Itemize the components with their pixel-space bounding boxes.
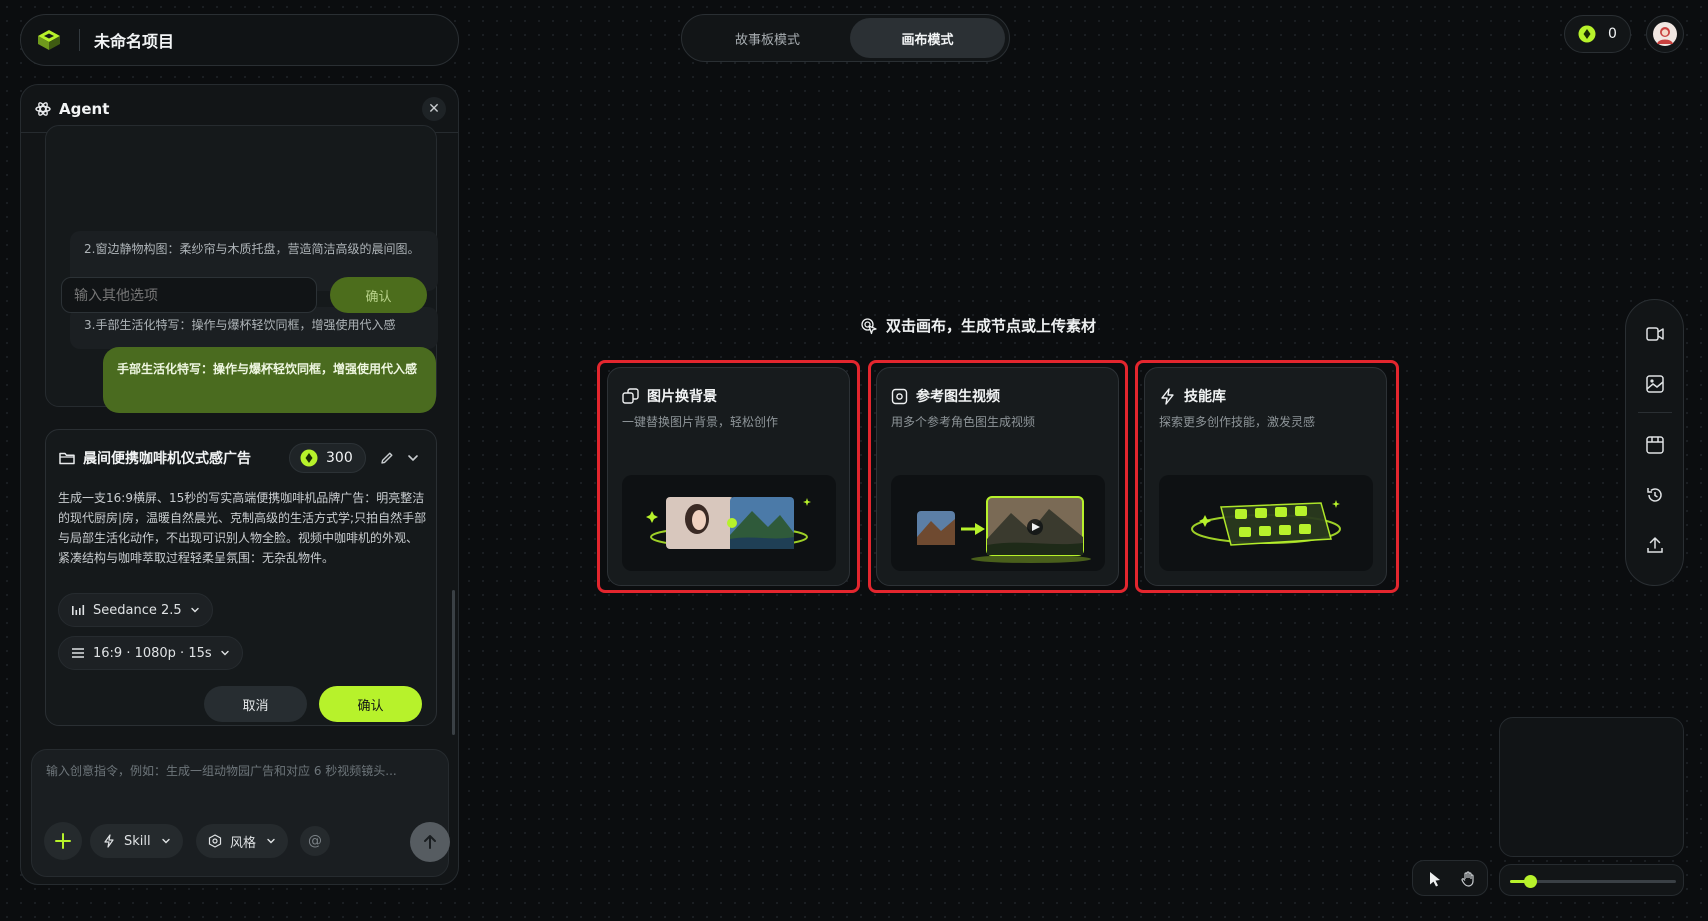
add-attachment-button[interactable]	[44, 822, 82, 860]
task-title: 晨间便携咖啡机仪式感广告	[83, 451, 251, 467]
project-title[interactable]: 未命名项目	[94, 28, 174, 52]
title-divider	[79, 29, 80, 51]
video-clip-icon	[1646, 327, 1664, 341]
style-label: 风格	[230, 835, 257, 851]
chevron-down-icon	[267, 838, 275, 844]
avatar-icon	[1653, 22, 1677, 46]
folder-icon	[59, 452, 75, 465]
close-agent-button[interactable]: ✕	[422, 97, 446, 121]
feature-card-header: 图片换背景	[622, 386, 717, 406]
upload-button[interactable]	[1643, 533, 1667, 557]
credit-balance[interactable]: 0	[1564, 15, 1631, 53]
storyboard-button[interactable]	[1643, 433, 1667, 457]
cancel-button[interactable]: 取消	[204, 686, 307, 722]
feature-card-subtitle: 探索更多创作技能，激发灵感	[1159, 415, 1316, 429]
close-icon: ✕	[428, 101, 440, 117]
model-bars-icon	[72, 605, 85, 615]
chevron-down-icon[interactable]	[406, 451, 420, 465]
feature-card-illustration	[622, 475, 836, 571]
feature-card-reference-video[interactable]: 参考图生视频 用多个参考角色图生成视频	[876, 367, 1119, 586]
image-button[interactable]	[1643, 372, 1667, 396]
settings-lines-icon	[72, 648, 84, 658]
feature-card-header: 参考图生视频	[891, 386, 1000, 406]
task-cost-badge: 300	[289, 443, 366, 473]
agent-icon	[35, 101, 51, 116]
edit-icon[interactable]	[379, 450, 395, 466]
zoom-handle[interactable]	[1523, 875, 1537, 888]
style-selector[interactable]: 风格	[196, 824, 289, 858]
feature-card-skill-library[interactable]: 技能库 探索更多创作技能，激发灵感	[1144, 367, 1387, 586]
user-message: 手部生活化特写：操作与爆杯轻饮同框，增强使用代入感	[103, 347, 436, 413]
lightning-icon	[104, 834, 114, 848]
feature-card-header: 技能库	[1159, 386, 1226, 406]
app-logo-icon	[38, 30, 60, 50]
feature-card-illustration	[1159, 475, 1373, 571]
reference-video-icon	[891, 388, 908, 404]
feature-card-illustration	[891, 475, 1105, 571]
feature-card-title: 技能库	[1184, 389, 1226, 405]
feature-card-subtitle: 用多个参考角色图生成视频	[891, 415, 1036, 429]
select-cursor-icon[interactable]	[1426, 870, 1444, 888]
history-icon	[1647, 488, 1662, 502]
canvas-minimap[interactable]	[1499, 717, 1684, 857]
feature-card-title: 图片换背景	[647, 389, 717, 405]
task-description: 生成一支16:9横屏、15秒的写实高端便携咖啡机品牌广告：明亮整洁的现代厨房|房…	[58, 491, 427, 565]
zoom-slider[interactable]	[1499, 864, 1684, 896]
pointer-tools	[1412, 860, 1488, 896]
other-option-input[interactable]	[61, 277, 317, 313]
mention-button[interactable]: @	[300, 826, 330, 856]
image-swap-icon	[622, 387, 639, 404]
agent-panel: Agent ✕ 2.窗边静物构图：柔纱帘与木质托盘，营造简洁高级的晨间图。 3.…	[20, 84, 459, 885]
plus-icon	[55, 833, 71, 849]
chevron-down-icon	[161, 838, 170, 844]
model-selector[interactable]: Seedance 2.5	[58, 593, 213, 627]
tab-storyboard-mode[interactable]: 故事板模式	[690, 18, 845, 58]
arrow-up-icon	[424, 835, 436, 849]
upload-icon	[1647, 537, 1663, 553]
task-header: 晨间便携咖啡机仪式感广告	[58, 448, 251, 468]
canvas-hint: 双击画布，生成节点或上传素材	[860, 315, 1096, 336]
history-button[interactable]	[1643, 483, 1667, 507]
feature-card-title: 参考图生视频	[916, 389, 1000, 405]
chevron-down-icon	[190, 607, 199, 613]
task-card: 晨间便携咖啡机仪式感广告 300 生成一支16:9横屏、15秒的写实高端便携咖啡…	[45, 429, 437, 726]
skill-selector[interactable]: Skill	[90, 824, 183, 858]
video-spec-selector[interactable]: 16:9 · 1080p · 15s	[58, 636, 243, 670]
hand-pan-icon[interactable]	[1459, 870, 1477, 888]
chevron-down-icon	[220, 650, 229, 656]
user-avatar[interactable]	[1646, 15, 1684, 53]
task-cost: 300	[326, 450, 353, 466]
skill-label: Skill	[124, 833, 151, 849]
mode-switch: 故事板模式 画布模式	[681, 14, 1010, 62]
video-clip-button[interactable]	[1643, 322, 1667, 346]
lightning-icon	[1161, 387, 1174, 405]
canvas-hint-text: 双击画布，生成节点或上传素材	[886, 317, 1097, 335]
credit-coin-icon	[1578, 25, 1596, 43]
toolbar-divider	[1638, 412, 1672, 413]
style-hexagon-icon	[208, 834, 222, 848]
agent-scrollbar-thumb[interactable]	[452, 590, 455, 735]
tab-canvas-mode[interactable]: 画布模式	[850, 18, 1005, 58]
storyboard-icon	[1646, 436, 1664, 454]
feature-card-subtitle: 一键替换图片背景，轻松创作	[622, 415, 779, 429]
confirm-button[interactable]: 确认	[319, 686, 422, 722]
prompt-composer: 输入创意指令，例如：生成一组动物园广告和对应 6 秒视频镜头... Skill …	[31, 749, 450, 877]
project-title-bar[interactable]: 未命名项目	[20, 14, 459, 66]
send-button[interactable]	[410, 822, 450, 862]
right-toolbar	[1625, 299, 1684, 586]
credit-balance-value: 0	[1608, 26, 1617, 42]
double-click-icon	[861, 317, 877, 334]
video-spec-label: 16:9 · 1080p · 15s	[93, 645, 212, 661]
model-label: Seedance 2.5	[93, 602, 182, 618]
feature-card-image-background[interactable]: 图片换背景 一键替换图片背景，轻松创作	[607, 367, 850, 586]
option-confirm-button[interactable]: 确认	[330, 277, 427, 313]
agent-title: Agent	[59, 99, 110, 118]
option-item[interactable]: 3.手部生活化特写：操作与爆杯轻饮同框，增强使用代入感	[70, 307, 438, 349]
credit-coin-icon	[300, 449, 318, 467]
image-icon	[1646, 375, 1664, 393]
prompt-input[interactable]: 输入创意指令，例如：生成一组动物园广告和对应 6 秒视频镜头...	[46, 762, 436, 786]
